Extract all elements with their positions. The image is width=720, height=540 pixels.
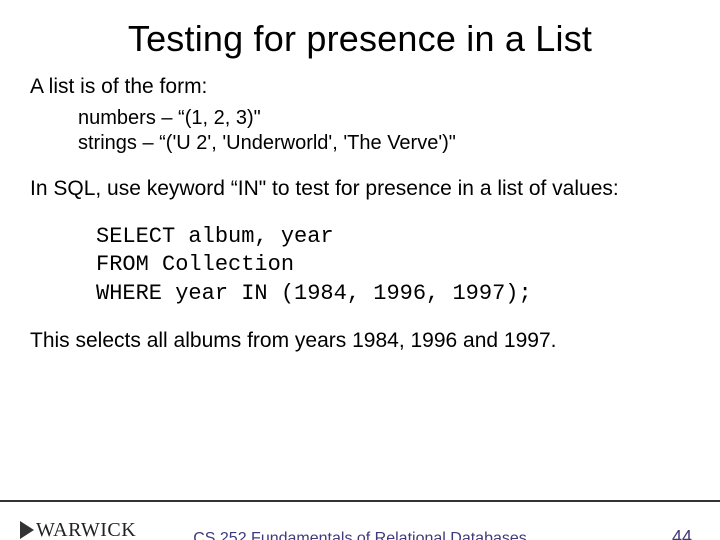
page-number: 44 (672, 527, 692, 540)
example-strings: strings – “('U 2', 'Underworld', 'The Ve… (30, 131, 690, 156)
code-block: SELECT album, year FROM Collection WHERE… (30, 223, 690, 309)
code-line-2: FROM Collection (96, 251, 690, 280)
slide-body: A list is of the form: numbers – “(1, 2,… (0, 74, 720, 355)
conclusion-text: This selects all albums from years 1984,… (30, 328, 690, 354)
sql-intro-text: In SQL, use keyword “IN" to test for pre… (30, 176, 690, 202)
course-label: CS 252 Fundamentals of Relational Databa… (0, 530, 720, 540)
example-numbers: numbers – “(1, 2, 3)" (30, 106, 690, 131)
intro-text: A list is of the form: (30, 74, 690, 100)
slide: Testing for presence in a List A list is… (0, 18, 720, 540)
slide-footer: WARWICK CS 252 Fundamentals of Relationa… (0, 500, 720, 540)
code-line-3: WHERE year IN (1984, 1996, 1997); (96, 280, 690, 309)
slide-title: Testing for presence in a List (0, 18, 720, 60)
code-line-1: SELECT album, year (96, 223, 690, 252)
